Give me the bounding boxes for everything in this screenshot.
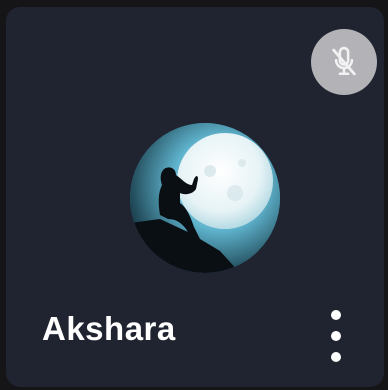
more-vertical-icon [331, 310, 341, 320]
avatar [130, 123, 280, 273]
more-options-button[interactable] [321, 310, 351, 362]
mute-status-button[interactable] [311, 29, 377, 95]
more-vertical-icon [331, 331, 341, 341]
mic-off-icon [332, 46, 356, 76]
more-vertical-icon [331, 352, 341, 362]
participant-name: Akshara [42, 310, 176, 347]
avatar-image [130, 123, 280, 273]
participant-tile[interactable]: Akshara [6, 7, 384, 387]
